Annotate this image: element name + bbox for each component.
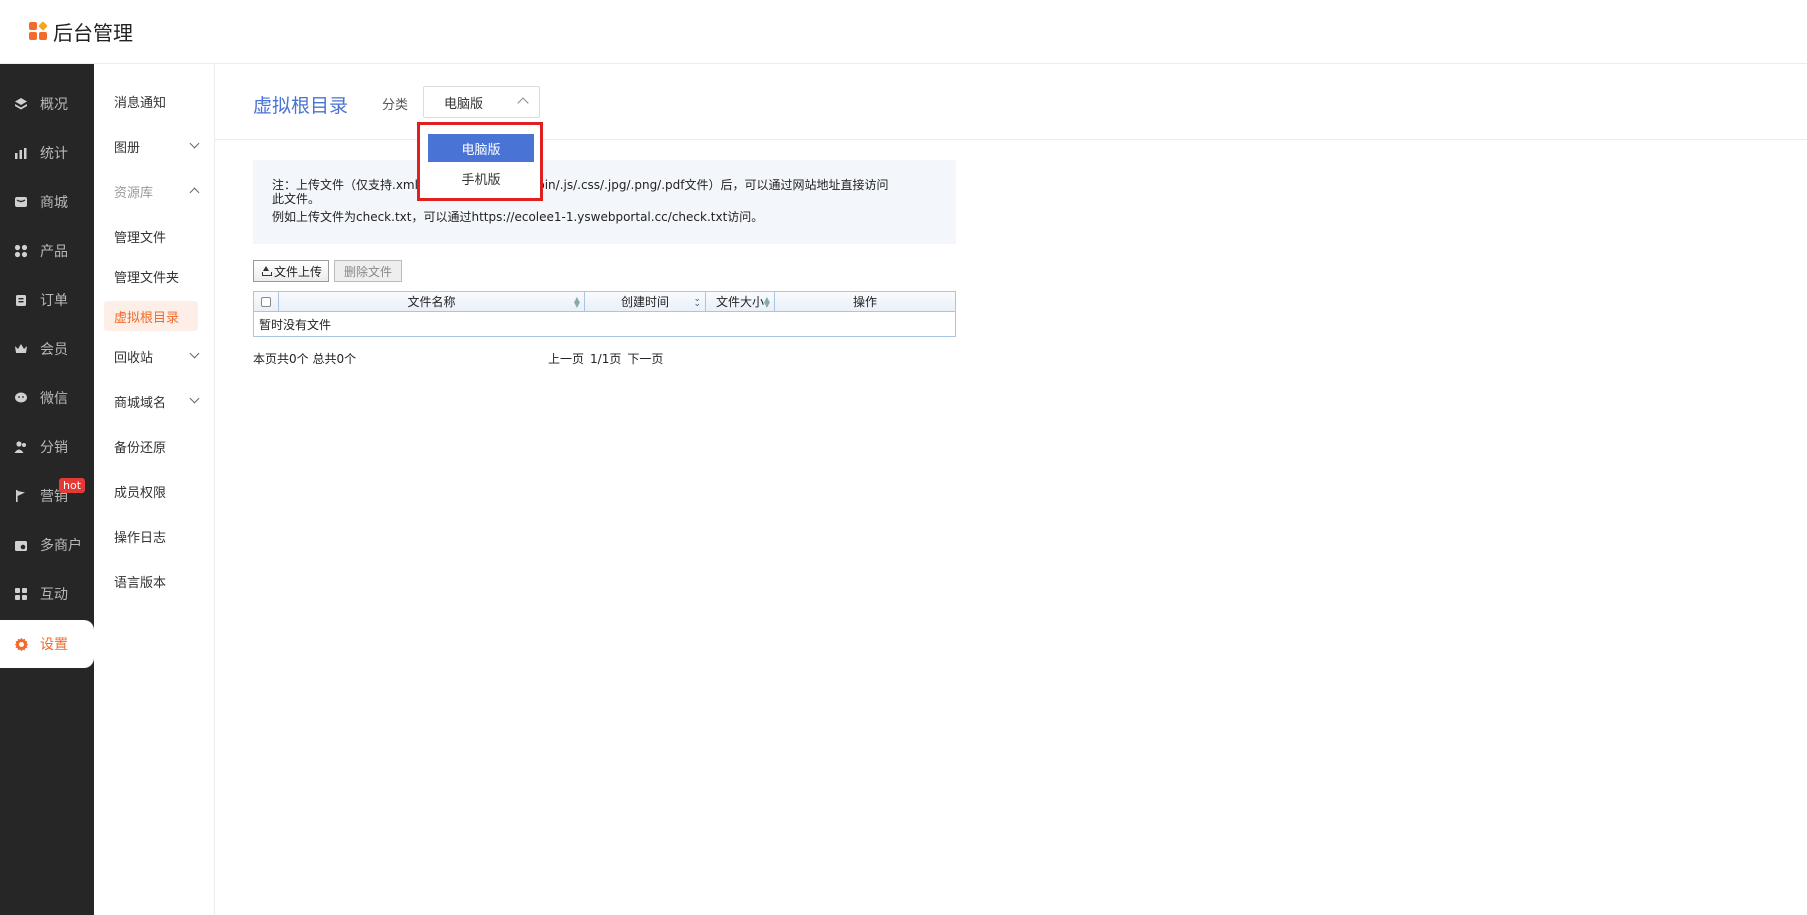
nav-item-multi-merchant[interactable]: 多商户 xyxy=(0,527,94,563)
file-table: 文件名称 ▲ ▼ 创建时间 ⌄ ⌄ 文件大小 ▲ ▼ 操作 暂时没有文件 xyxy=(253,291,956,337)
nav-item-store[interactable]: 商城 xyxy=(0,184,94,220)
pagination-nav: 上一页 1/1页 下一页 xyxy=(548,350,663,367)
category-label: 分类 xyxy=(382,98,409,113)
column-file-size[interactable]: 文件大小 ▲ ▼ xyxy=(706,292,775,311)
nav-item-products[interactable]: 产品 xyxy=(0,233,94,269)
main-content: 虚拟根目录 分类 电脑版 注：上传文件（仅支持.xml./.cert/.bin/… xyxy=(215,64,1807,915)
gear-icon xyxy=(13,636,29,652)
sort-desc-icon: ⌄ ⌄ xyxy=(693,294,701,309)
sort-icon: ▲ ▼ xyxy=(763,295,770,309)
table-header: 文件名称 ▲ ▼ 创建时间 ⌄ ⌄ 文件大小 ▲ ▼ 操作 xyxy=(254,292,955,312)
column-created-time[interactable]: 创建时间 ⌄ ⌄ xyxy=(585,292,706,311)
hot-badge: hot xyxy=(59,478,86,493)
chevron-down-icon xyxy=(189,138,200,149)
notice-line-2: 例如上传文件为check.txt，可以通过https://ecolee1-1.y… xyxy=(272,210,764,224)
clipboard-icon xyxy=(13,292,29,308)
nav-item-overview[interactable]: 概况 xyxy=(0,86,94,122)
sub-item-notifications[interactable]: 消息通知 xyxy=(104,86,198,116)
secondary-sidebar: 消息通知 图册 资源库 管理文件 管理文件夹 虚拟根目录 回收站 商城域名 备份… xyxy=(94,64,215,915)
interact-icon xyxy=(13,586,29,602)
chart-icon xyxy=(13,145,29,161)
chevron-down-icon xyxy=(189,348,200,359)
chevron-up-icon xyxy=(517,97,529,109)
empty-row: 暂时没有文件 xyxy=(259,317,332,332)
logo[interactable]: 后台管理 xyxy=(29,17,133,46)
nav-item-distribution[interactable]: 分销 xyxy=(0,429,94,465)
chevron-down-icon xyxy=(189,393,200,404)
next-page-link[interactable]: 下一页 xyxy=(627,350,663,367)
sort-icon: ▲ ▼ xyxy=(573,295,580,309)
nav-item-marketing[interactable]: hot 营销 xyxy=(0,478,94,514)
upload-icon xyxy=(260,265,272,277)
delete-button[interactable]: 删除文件 xyxy=(334,260,403,282)
prev-page-link[interactable]: 上一页 xyxy=(548,350,584,367)
select-all-checkbox[interactable] xyxy=(261,296,271,307)
primary-sidebar: 概况 统计 商城 产品 订单 会员 微信 分销 hot 营销 多商户 互动 设置 xyxy=(0,64,94,915)
users-icon xyxy=(13,439,29,455)
category-select-value: 电脑版 xyxy=(444,96,484,112)
dropdown-option-mobile[interactable]: 手机版 xyxy=(428,164,534,192)
grid-icon xyxy=(13,243,29,259)
category-dropdown: 电脑版 手机版 xyxy=(417,122,543,201)
column-file-name[interactable]: 文件名称 ▲ ▼ xyxy=(279,292,585,311)
sub-item-resource-library[interactable]: 资源库 xyxy=(104,176,200,206)
sub-item-permissions[interactable]: 成员权限 xyxy=(104,476,198,506)
layers-icon xyxy=(13,96,29,112)
column-actions: 操作 xyxy=(852,295,877,309)
sub-item-album[interactable]: 图册 xyxy=(104,131,200,161)
app-title: 后台管理 xyxy=(53,21,133,45)
sub-item-language[interactable]: 语言版本 xyxy=(104,566,198,596)
upload-button[interactable]: 文件上传 xyxy=(253,260,330,282)
wechat-icon xyxy=(13,390,29,406)
sub-item-virtual-root[interactable]: 虚拟根目录 xyxy=(104,301,198,331)
pagination-count: 本页共0个 总共0个 xyxy=(253,352,357,366)
nav-item-settings[interactable]: 设置 xyxy=(0,620,94,668)
nav-item-wechat[interactable]: 微信 xyxy=(0,380,94,416)
chevron-up-icon xyxy=(189,187,200,198)
nav-item-orders[interactable]: 订单 xyxy=(0,282,94,318)
toolbar: 文件上传 删除文件 xyxy=(253,260,403,282)
sub-item-recycle-bin[interactable]: 回收站 xyxy=(104,341,200,371)
select-all-cell xyxy=(254,292,279,311)
crown-icon xyxy=(13,341,29,357)
sub-item-manage-files[interactable]: 管理文件 xyxy=(104,221,198,251)
notice-box: 注：上传文件（仅支持.xml./.cert/.bin/.js/.css/.jpg… xyxy=(253,160,956,244)
dropdown-option-pc[interactable]: 电脑版 xyxy=(428,134,534,162)
nav-item-stats[interactable]: 统计 xyxy=(0,135,94,171)
sub-item-store-domain[interactable]: 商城域名 xyxy=(104,386,200,416)
page-title: 虚拟根目录 xyxy=(253,95,349,117)
logo-icon xyxy=(29,20,49,42)
sub-item-operation-log[interactable]: 操作日志 xyxy=(104,521,198,551)
page-info: 1/1页 xyxy=(590,352,622,366)
nav-item-members[interactable]: 会员 xyxy=(0,331,94,367)
store-icon xyxy=(13,194,29,210)
notice-line-1: 注：上传文件（仅支持.xml./.cert/.bin/.js/.css/.jpg… xyxy=(272,178,889,206)
flag-icon xyxy=(13,488,29,504)
sub-item-manage-folders[interactable]: 管理文件夹 xyxy=(104,261,198,291)
nav-item-interaction[interactable]: 互动 xyxy=(0,576,94,612)
category-select[interactable]: 电脑版 xyxy=(423,86,540,118)
shop-icon xyxy=(13,537,29,553)
sub-item-backup[interactable]: 备份还原 xyxy=(104,431,198,461)
top-bar: 后台管理 xyxy=(0,0,1807,64)
